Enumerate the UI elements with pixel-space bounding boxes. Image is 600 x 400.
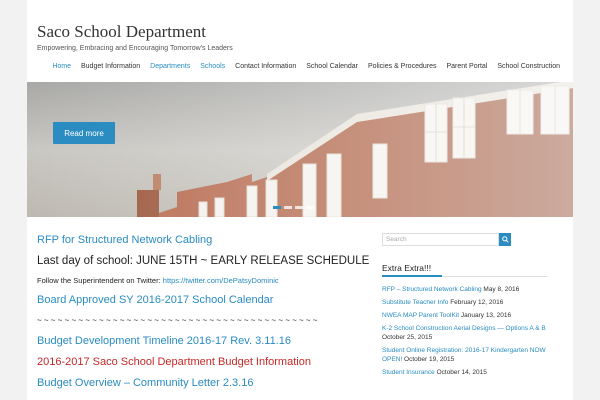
nav-item-home[interactable]: Home xyxy=(47,61,76,73)
hero-slider[interactable]: Read more xyxy=(27,82,573,217)
post-link[interactable]: Student Insurance xyxy=(382,369,435,376)
list-item: Student Online Registration: 2016-17 Kin… xyxy=(382,346,547,364)
nav-item-departments[interactable]: Departments xyxy=(145,61,195,73)
site-title[interactable]: Saco School Department xyxy=(37,22,206,42)
widget-divider xyxy=(382,275,547,277)
widget-title: Extra Extra!!! xyxy=(382,263,432,273)
post-date: October 19, 2015 xyxy=(404,356,455,363)
post-link[interactable]: NWEA MAP Parent ToolKit xyxy=(382,312,459,319)
site-tagline: Empowering, Embracing and Encouraging To… xyxy=(37,45,233,52)
nav-item-budget-information[interactable]: Budget Information xyxy=(76,61,145,73)
recent-posts-list: RFP – Structured Network Cabling May 8, … xyxy=(382,285,547,381)
slider-dot[interactable] xyxy=(273,206,281,209)
nav-item-parent-portal[interactable]: Parent Portal xyxy=(441,61,492,73)
post-date: October 25, 2015 xyxy=(382,334,433,341)
list-item: NWEA MAP Parent ToolKit January 13, 2016 xyxy=(382,311,547,320)
page: Saco School Department Empowering, Embra… xyxy=(27,0,573,400)
list-item: Substitute Teacher Info February 12, 201… xyxy=(382,298,547,307)
slider-dot[interactable] xyxy=(284,206,292,209)
last-day-notice: Last day of school: JUNE 15TH ~ EARLY RE… xyxy=(37,255,370,267)
budget-overview-link[interactable]: Budget Overview – Community Letter 2.3.1… xyxy=(37,377,253,389)
slider-pagination xyxy=(273,206,314,209)
search-button[interactable] xyxy=(499,233,511,246)
twitter-text: Follow the Superintendent on Twitter: xyxy=(37,276,163,285)
list-item: K-2 School Construction Aerial Designs —… xyxy=(382,324,547,342)
main-nav: Home Budget Information Departments Scho… xyxy=(52,61,565,73)
budget-timeline-link[interactable]: Budget Development Timeline 2016-17 Rev.… xyxy=(37,335,291,347)
slider-dot[interactable] xyxy=(295,206,303,209)
post-link[interactable]: RFP – Structured Network Cabling xyxy=(382,286,482,293)
divider-line: ~ ~ ~ ~ ~ ~ ~ ~ ~ ~ ~ ~ ~ ~ ~ ~ ~ ~ ~ ~ … xyxy=(37,316,318,325)
slider-dot[interactable] xyxy=(306,206,314,209)
post-date: October 14, 2015 xyxy=(436,369,487,376)
post-link[interactable]: Substitute Teacher Info xyxy=(382,299,448,306)
rfp-link[interactable]: RFP for Structured Network Cabling xyxy=(37,234,212,246)
post-date: January 13, 2016 xyxy=(460,312,512,319)
search-icon xyxy=(501,236,509,243)
post-date: May 8, 2016 xyxy=(483,286,520,293)
read-more-button[interactable]: Read more xyxy=(53,122,115,144)
nav-item-contact-information[interactable]: Contact Information xyxy=(230,61,301,73)
post-link[interactable]: K-2 School Construction Aerial Designs —… xyxy=(382,325,546,332)
nav-item-policies-procedures[interactable]: Policies & Procedures xyxy=(363,61,441,73)
post-date: February 12, 2016 xyxy=(450,299,504,306)
nav-item-school-calendar[interactable]: School Calendar xyxy=(301,61,363,73)
list-item: RFP – Structured Network Cabling May 8, … xyxy=(382,285,547,294)
nav-item-schools[interactable]: Schools xyxy=(195,61,230,73)
twitter-link[interactable]: https://twitter.com/DePatsyDominic xyxy=(163,276,279,285)
budget-info-link[interactable]: 2016-2017 Saco School Department Budget … xyxy=(37,356,311,368)
nav-item-school-construction[interactable]: School Construction xyxy=(492,61,565,73)
hero-school-building-image xyxy=(27,82,573,217)
calendar-link[interactable]: Board Approved SY 2016-2017 School Calen… xyxy=(37,294,273,306)
twitter-line: Follow the Superintendent on Twitter: ht… xyxy=(37,276,279,285)
search-input[interactable]: Search xyxy=(382,233,499,246)
list-item: Student Insurance October 14, 2015 xyxy=(382,368,547,377)
